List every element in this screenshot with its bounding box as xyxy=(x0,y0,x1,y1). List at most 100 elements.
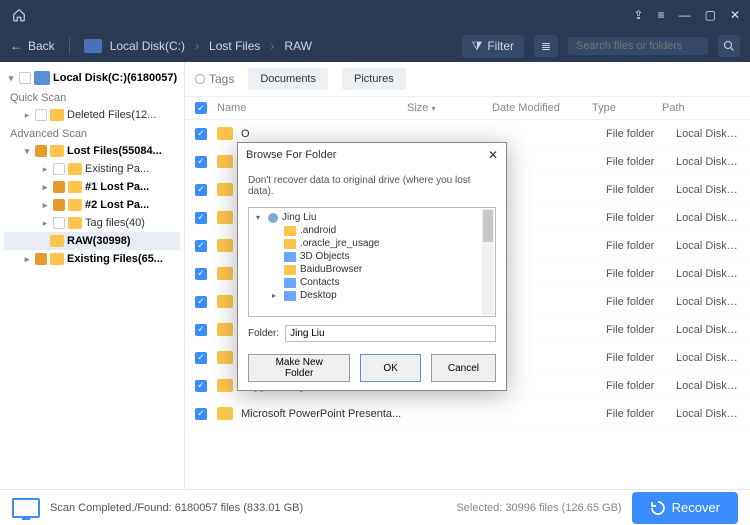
checkbox[interactable]: ✓ xyxy=(195,212,207,224)
select-all-checkbox[interactable]: ✓ xyxy=(195,102,207,114)
table-row[interactable]: ✓Microsoft PowerPoint Presenta...File fo… xyxy=(185,400,750,428)
back-button[interactable]: ← Back xyxy=(10,39,55,53)
checkbox[interactable] xyxy=(35,253,47,265)
tree-root[interactable]: ▾ Local Disk(C:)(6180057) xyxy=(4,68,180,88)
chevron-down-icon[interactable]: ▾ xyxy=(22,146,32,157)
col-type[interactable]: Type xyxy=(592,102,662,114)
checkbox[interactable]: ✓ xyxy=(195,128,207,140)
expander-icon[interactable]: ▸ xyxy=(272,291,280,300)
share-icon[interactable]: ⇪ xyxy=(634,8,644,22)
chevron-right-icon[interactable]: ▸ xyxy=(22,110,32,121)
breadcrumb-1[interactable]: Lost Files xyxy=(209,39,260,53)
dialog-folder-tree[interactable]: ▾Jing Liu.android.oracle_jre_usage3D Obj… xyxy=(248,207,496,317)
checkbox[interactable]: ✓ xyxy=(195,156,207,168)
folder-input[interactable] xyxy=(285,325,496,342)
checkbox[interactable]: ✓ xyxy=(195,240,207,252)
checkbox[interactable]: ✓ xyxy=(195,352,207,364)
tags-label: Tags xyxy=(209,72,234,86)
col-name[interactable]: Name xyxy=(217,102,407,114)
chevron-right-icon[interactable]: ▸ xyxy=(22,254,32,265)
checkbox[interactable]: ✓ xyxy=(195,380,207,392)
dialog-tree-item[interactable]: ▾Jing Liu xyxy=(252,211,492,224)
checkbox[interactable]: ✓ xyxy=(195,268,207,280)
tree-existing-pa[interactable]: ▸ Existing Pa... xyxy=(4,160,180,178)
scrollbar-thumb[interactable] xyxy=(483,210,493,242)
folder-icon xyxy=(284,239,296,249)
ok-button[interactable]: OK xyxy=(360,354,420,382)
checkbox[interactable]: ✓ xyxy=(195,296,207,308)
expander-icon[interactable]: ▾ xyxy=(256,213,264,222)
chevron-right-icon[interactable]: ▸ xyxy=(40,218,50,229)
folder-icon xyxy=(217,323,233,336)
file-path: Local Disk(C:)\Lost F... xyxy=(676,380,740,392)
section-advanced-scan: Advanced Scan xyxy=(4,124,180,142)
tree-lost-pa2[interactable]: ▸ #2 Lost Pa... xyxy=(4,196,180,214)
tab-pictures[interactable]: Pictures xyxy=(342,68,406,90)
maximize-icon[interactable]: ▢ xyxy=(705,8,716,22)
breadcrumb-0[interactable]: Local Disk(C:) xyxy=(110,39,185,53)
dialog-tree-item[interactable]: .android xyxy=(252,224,492,237)
scrollbar[interactable] xyxy=(482,209,494,315)
chevron-right-icon[interactable]: ▸ xyxy=(40,182,50,193)
selected-text: Selected: 30996 files (126.65 GB) xyxy=(456,502,621,514)
back-label: Back xyxy=(28,39,55,53)
chevron-right-icon[interactable]: ▸ xyxy=(40,200,50,211)
file-path: Local Disk(C:)\Lost F... xyxy=(676,128,740,140)
file-type: File folder xyxy=(606,240,676,252)
file-path: Local Disk(C:)\Lost F... xyxy=(676,324,740,336)
view-toggle-button[interactable]: ≣ xyxy=(534,35,558,57)
checkbox[interactable] xyxy=(53,217,65,229)
dialog-close-icon[interactable]: ✕ xyxy=(488,148,498,162)
dialog-tree-item[interactable]: .oracle_jre_usage xyxy=(252,237,492,250)
checkbox[interactable]: ✓ xyxy=(195,184,207,196)
dialog-buttons: Make New Folder OK Cancel xyxy=(238,348,506,390)
col-size[interactable]: Size ▾ xyxy=(407,102,492,114)
checkbox[interactable] xyxy=(53,199,65,211)
tags-control[interactable]: Tags xyxy=(195,72,234,86)
footer: Scan Completed./Found: 6180057 files (83… xyxy=(0,489,750,525)
breadcrumb-2[interactable]: RAW xyxy=(284,39,312,53)
tree-tag-files[interactable]: ▸ Tag files(40) xyxy=(4,214,180,232)
dialog-title: Browse For Folder xyxy=(246,149,336,161)
close-icon[interactable]: ✕ xyxy=(730,8,740,22)
tree-item-label: Contacts xyxy=(300,277,339,288)
tab-documents[interactable]: Documents xyxy=(248,68,328,90)
minimize-icon[interactable]: — xyxy=(679,8,691,22)
tree-item-label: Desktop xyxy=(300,290,337,301)
search-box[interactable] xyxy=(568,37,708,55)
search-icon[interactable] xyxy=(718,35,740,57)
checkbox[interactable] xyxy=(35,145,47,157)
folder-icon xyxy=(217,211,233,224)
dialog-tree-item[interactable]: 3D Objects xyxy=(252,250,492,263)
recover-button[interactable]: Recover xyxy=(632,492,738,524)
col-date[interactable]: Date Modified xyxy=(492,102,592,114)
checkbox[interactable]: ✓ xyxy=(195,324,207,336)
home-icon[interactable] xyxy=(10,6,28,24)
dialog-tree-item[interactable]: ▸ Desktop xyxy=(252,289,492,302)
tree-lost-pa1[interactable]: ▸ #1 Lost Pa... xyxy=(4,178,180,196)
chevron-right-icon[interactable]: ▸ xyxy=(40,164,50,175)
make-new-folder-button[interactable]: Make New Folder xyxy=(248,354,350,382)
search-input[interactable] xyxy=(576,40,700,52)
tree-raw[interactable]: RAW(30998) xyxy=(4,232,180,250)
user-icon xyxy=(268,213,278,223)
checkbox[interactable] xyxy=(53,181,65,193)
checkbox[interactable] xyxy=(53,163,65,175)
tree-label: #2 Lost Pa... xyxy=(85,199,149,211)
checkbox[interactable] xyxy=(19,72,31,84)
checkbox[interactable] xyxy=(35,109,47,121)
tree-deleted-files[interactable]: ▸ Deleted Files(12... xyxy=(4,106,180,124)
checkbox[interactable]: ✓ xyxy=(195,408,207,420)
ppl-icon xyxy=(284,278,296,288)
drive-icon[interactable] xyxy=(84,39,102,53)
dialog-tree-item[interactable]: BaiduBrowser xyxy=(252,263,492,276)
tree-lost-files[interactable]: ▾ Lost Files(55084... xyxy=(4,142,180,160)
filter-button[interactable]: ⧩ Filter xyxy=(462,35,524,58)
cancel-button[interactable]: Cancel xyxy=(431,354,496,382)
dialog-tree-item[interactable]: Contacts xyxy=(252,276,492,289)
menu-icon[interactable]: ≡ xyxy=(658,8,665,22)
chevron-down-icon[interactable]: ▾ xyxy=(6,73,16,84)
col-path[interactable]: Path xyxy=(662,102,740,114)
tree-existing-files[interactable]: ▸ Existing Files(65... xyxy=(4,250,180,268)
recover-label: Recover xyxy=(672,500,720,515)
